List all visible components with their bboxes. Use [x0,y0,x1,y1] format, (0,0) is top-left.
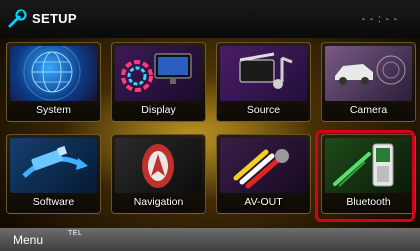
wrench-icon [8,9,27,28]
setup-screen: SETUP - - : - - System Display Source Ca… [0,0,420,251]
page-title: SETUP [32,11,77,26]
footer-bar [0,228,420,251]
tile-source[interactable]: Source [216,42,311,122]
monitor-icon [115,46,202,101]
tile-label: Navigation [133,196,184,208]
tile-system[interactable]: System [6,42,101,122]
car-camera-icon [325,46,412,101]
film-music-icon [220,46,307,101]
clock-display: - - : - - [361,14,398,25]
tile-label: AV-OUT [244,196,283,208]
tile-av-out[interactable]: AV-OUT [216,134,311,214]
usb-arrow-icon [10,138,97,193]
tile-software[interactable]: Software [6,134,101,214]
tile-label: Camera [349,104,388,116]
menu-button[interactable]: Menu [4,231,52,250]
globe-icon [10,46,97,101]
tile-navigation[interactable]: Navigation [111,134,206,214]
av-cable-icon [220,138,307,193]
navigation-arrow-icon [115,138,202,193]
bluetooth-highlight-frame [315,130,415,222]
tile-label: Software [32,196,75,208]
header-bar: SETUP - - : - - [0,0,420,38]
tile-label: Display [141,104,176,116]
tel-indicator: TEL [68,230,83,237]
tile-label: System [35,104,71,116]
tile-camera[interactable]: Camera [321,42,416,122]
tile-label: Source [246,104,281,116]
tile-display[interactable]: Display [111,42,206,122]
